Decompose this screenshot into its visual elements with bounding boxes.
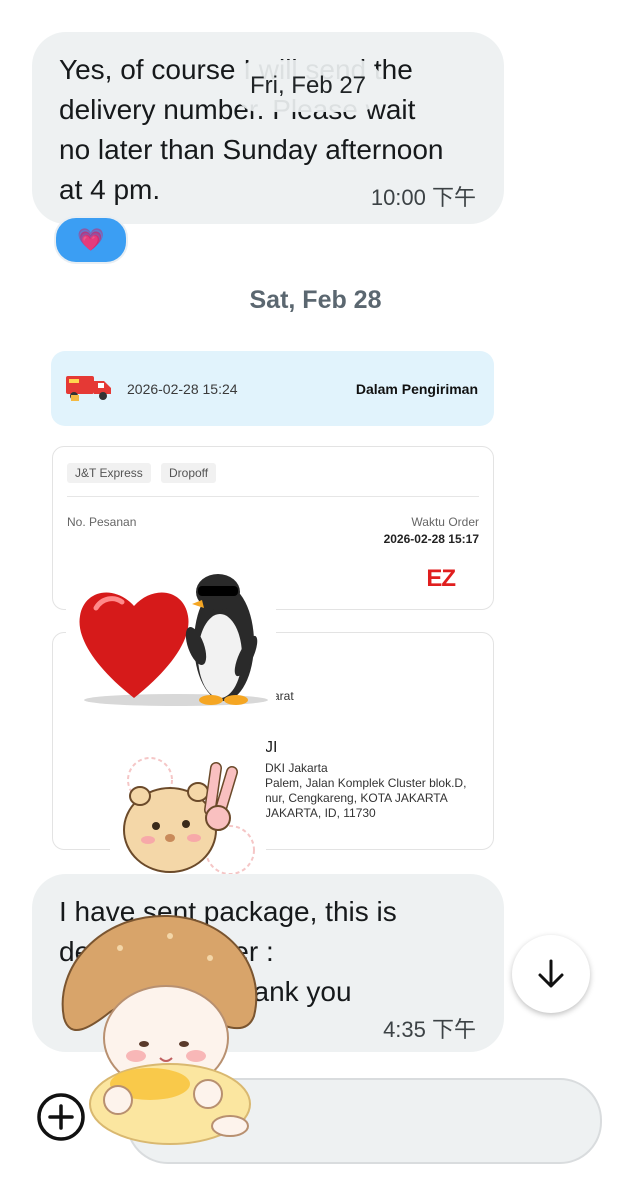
region-text: arat [273,689,294,703]
message-time: 10:00 下午 [370,185,476,210]
reaction-badge[interactable]: 💗 [54,216,128,264]
courier-tag: J&T Express [67,463,151,483]
message-time: 4:35 下午 [383,1017,476,1042]
dropoff-tag: Dropoff [161,463,217,483]
heart-penguin-sticker[interactable] [66,528,276,738]
date-chip: Fri, Feb 27 [233,60,383,112]
brand-logo: EZ [426,565,456,592]
shipment-status: Dalam Pengiriman [355,381,478,397]
arrow-down-icon [538,959,564,988]
heart-icon: 💗 [77,227,105,252]
delivery-truck-icon [66,376,111,401]
shipment-datetime: 2026-02-28 15:24 [127,381,238,397]
order-time-label: Waktu Order [411,515,479,529]
mushroom-girl-sticker[interactable] [50,908,270,1148]
divider [67,496,479,497]
scroll-to-bottom-button[interactable] [512,935,590,1013]
address-text: DKI Jakarta Palem, Jalan Komplek Cluster… [265,761,467,820]
order-time: 2026-02-28 15:17 [383,532,479,546]
date-separator: Sat, Feb 28 [249,286,382,314]
hamster-sticker[interactable] [110,740,266,894]
order-number-label: No. Pesanan [67,515,137,529]
recipient-name: JI [265,739,278,756]
shipment-header[interactable]: 2026-02-28 15:24 Dalam Pengiriman [51,351,494,426]
